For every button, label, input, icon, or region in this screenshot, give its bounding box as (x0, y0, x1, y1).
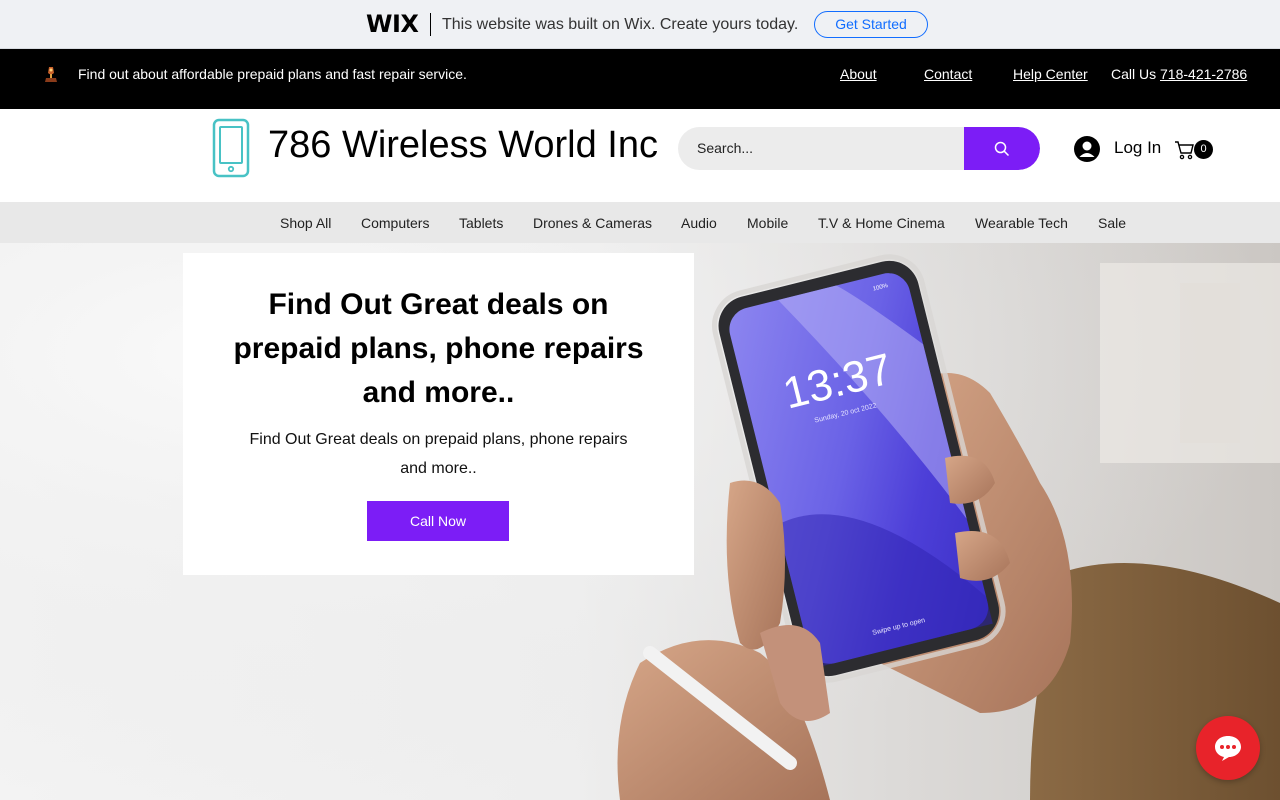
phone-logo-icon[interactable] (212, 118, 250, 178)
chat-button[interactable] (1196, 716, 1260, 780)
nav-mobile[interactable]: Mobile (747, 215, 788, 231)
help-center-link[interactable]: Help Center (1013, 66, 1088, 82)
search-icon (994, 141, 1010, 156)
nav-tablets[interactable]: Tablets (459, 215, 503, 231)
nav-audio[interactable]: Audio (681, 215, 717, 231)
call-now-button[interactable]: Call Now (367, 501, 509, 541)
hero-card: Find Out Great deals on prepaid plans, p… (183, 253, 694, 575)
get-started-button[interactable]: Get Started (814, 11, 928, 38)
nav-computers[interactable]: Computers (361, 215, 429, 231)
call-us-label: Call Us (1111, 66, 1161, 82)
wix-logo[interactable]: WIX (366, 10, 419, 38)
announcement-bar: Find out about affordable prepaid plans … (0, 49, 1280, 109)
search-bar[interactable]: Search... (678, 127, 1040, 170)
about-link[interactable]: About (840, 66, 877, 82)
search-input[interactable]: Search... (697, 140, 753, 157)
announcement-text: Find out about affordable prepaid plans … (78, 66, 467, 82)
category-nav: Shop All Computers Tablets Drones & Came… (0, 202, 1280, 243)
chat-icon (1215, 736, 1241, 761)
nav-wearable-tech[interactable]: Wearable Tech (975, 215, 1068, 231)
cart-icon[interactable] (1174, 140, 1196, 160)
trophy-icon (45, 67, 57, 82)
contact-link[interactable]: Contact (924, 66, 972, 82)
nav-drones-cameras[interactable]: Drones & Cameras (533, 215, 652, 231)
search-button[interactable] (964, 127, 1040, 170)
nav-shop-all[interactable]: Shop All (280, 215, 331, 231)
site-header: 786 Wireless World Inc Search... Log In … (0, 109, 1280, 202)
wix-banner: WIX This website was built on Wix. Creat… (0, 0, 1280, 49)
brand-name[interactable]: 786 Wireless World Inc (268, 123, 658, 167)
phone-number-link[interactable]: 718-421-2786 (1160, 66, 1247, 82)
login-button[interactable]: Log In (1114, 138, 1161, 158)
nav-tv-home-cinema[interactable]: T.V & Home Cinema (818, 215, 945, 231)
wix-divider (430, 13, 431, 36)
cart-count-badge: 0 (1194, 140, 1213, 159)
nav-sale[interactable]: Sale (1098, 215, 1126, 231)
user-icon[interactable] (1074, 136, 1100, 162)
wix-banner-message: This website was built on Wix. Create yo… (442, 16, 799, 33)
hero-subtitle: Find Out Great deals on prepaid plans, p… (249, 431, 628, 477)
hero-title: Find Out Great deals on prepaid plans, p… (233, 288, 644, 409)
call-us: Call Us 718-421-2786 (1111, 66, 1247, 82)
